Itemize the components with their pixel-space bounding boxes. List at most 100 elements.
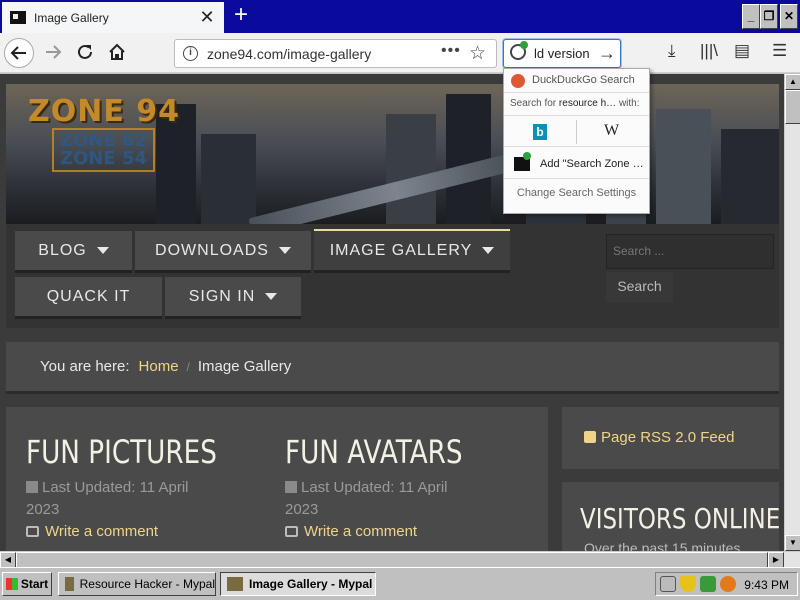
taskbar: Start Resource Hacker - Mypal Image Gall…	[0, 567, 800, 600]
menu-sign-in[interactable]: SIGN IN	[165, 277, 301, 319]
search-tray-icon[interactable]	[720, 576, 736, 592]
gallery-category: FUN AVATARS Last Updated: 11 April 2023 …	[285, 433, 502, 540]
forward-arrow-icon	[46, 45, 62, 59]
close-window-button[interactable]: ✕	[780, 4, 798, 29]
clock[interactable]: 9:43 PM	[744, 578, 789, 592]
tab-close-icon[interactable]: ✕	[198, 8, 216, 27]
rss-panel: Page RSS 2.0 Feed	[562, 407, 779, 469]
caret-down-icon	[482, 247, 495, 254]
browser-titlebar: Image Gallery ✕ + _ ❐ ✕	[0, 0, 800, 33]
write-comment-link[interactable]: Write a comment	[26, 523, 259, 540]
caret-down-icon	[265, 293, 278, 300]
mypal-icon	[227, 577, 243, 591]
horizontal-scroll-thumb[interactable]	[16, 552, 768, 568]
breadcrumb-home-link[interactable]: Home	[139, 358, 179, 375]
default-engine-label: DuckDuckGo Search	[532, 74, 635, 86]
gallery-content: FUN PICTURES Last Updated: 11 April 2023…	[6, 407, 548, 551]
page-actions-icon[interactable]: •••	[441, 42, 461, 60]
site-banner: ZONE 94 ZONE 62 ZONE 54	[6, 84, 779, 224]
page-viewport: ZONE 94 ZONE 62 ZONE 54 BLOG DOWNLOADS I…	[0, 74, 784, 551]
scroll-left-arrow-icon[interactable]: ◀	[0, 552, 16, 568]
breadcrumb-prefix: You are here:	[40, 358, 130, 375]
back-arrow-icon	[10, 46, 26, 60]
site-search-input[interactable]: Search ...	[606, 234, 774, 269]
change-search-settings-button[interactable]: Change Search Settings	[504, 187, 649, 199]
menu-downloads[interactable]: DOWNLOADS	[135, 231, 311, 273]
scroll-up-arrow-icon[interactable]: ▲	[785, 74, 800, 90]
add-engine-icon	[514, 152, 531, 171]
comment-icon	[26, 526, 39, 537]
add-search-engine-item[interactable]: Add "Search Zone …	[504, 149, 649, 179]
rss-icon	[584, 431, 596, 443]
search-input[interactable]: ld version	[534, 46, 590, 61]
wikipedia-icon[interactable]: W	[604, 122, 619, 140]
taskbar-item-image-gallery[interactable]: Image Gallery - Mypal	[220, 572, 376, 596]
reload-button[interactable]	[70, 38, 100, 68]
download-icon[interactable]: ⤓	[668, 41, 676, 61]
scroll-right-arrow-icon[interactable]: ▶	[768, 552, 784, 568]
taskbar-item-resource-hacker[interactable]: Resource Hacker - Mypal	[58, 572, 216, 596]
horizontal-scrollbar[interactable]: ◀ ▶	[0, 551, 800, 568]
system-tray: 9:43 PM	[655, 572, 798, 596]
site-logo-sub: ZONE 62 ZONE 54	[52, 128, 156, 172]
new-tab-button[interactable]: +	[230, 3, 252, 27]
site-logo[interactable]: ZONE 94	[28, 94, 180, 129]
library-icon[interactable]: |||\	[700, 41, 718, 61]
shield-icon[interactable]	[680, 576, 696, 592]
url-text[interactable]: zone94.com/image-gallery	[207, 46, 371, 62]
last-updated: Last Updated: 11 April 2023	[26, 479, 189, 518]
keyboard-icon[interactable]	[660, 576, 676, 592]
visitors-title: VISITORS ONLINE	[580, 502, 781, 535]
engine-divider	[576, 120, 577, 144]
network-icon[interactable]	[700, 576, 716, 592]
home-icon	[109, 43, 125, 60]
windows-logo-icon	[5, 578, 18, 590]
mypal-icon	[65, 577, 74, 591]
rss-feed-link[interactable]: Page RSS 2.0 Feed	[584, 429, 734, 446]
category-title-link[interactable]: FUN PICTURES	[26, 433, 217, 471]
sidebar-icon[interactable]: ▤	[734, 41, 750, 61]
visitors-subtitle: Over the past 15 minutes	[584, 540, 741, 551]
add-engine-label: Add "Search Zone …	[540, 158, 644, 170]
calendar-icon	[26, 481, 38, 493]
scroll-down-arrow-icon[interactable]: ▼	[785, 535, 800, 551]
search-go-icon[interactable]: →	[598, 43, 616, 64]
restore-button[interactable]: ❐	[760, 4, 778, 29]
search-suggestions-popup: DuckDuckGo Search Search for resource h……	[503, 68, 650, 214]
search-engine-icon[interactable]	[510, 41, 528, 60]
category-title-link[interactable]: FUN AVATARS	[285, 433, 463, 471]
tab-title: Image Gallery	[34, 10, 109, 25]
menu-quack-it[interactable]: QUACK IT	[15, 277, 162, 319]
caret-down-icon	[278, 247, 291, 254]
forward-button[interactable]	[38, 38, 68, 68]
visitors-online-panel: VISITORS ONLINE Over the past 15 minutes	[562, 482, 781, 551]
site-info-icon[interactable]: i	[183, 46, 198, 61]
calendar-icon	[285, 481, 297, 493]
breadcrumb-separator: /	[186, 359, 190, 374]
tab-image-gallery[interactable]: Image Gallery ✕	[2, 2, 224, 33]
breadcrumb-current: Image Gallery	[197, 358, 292, 375]
minimize-button[interactable]: _	[742, 4, 760, 29]
search-for-label: Search for resource h… with:	[510, 98, 640, 109]
menu-image-gallery[interactable]: IMAGE GALLERY	[314, 229, 510, 273]
url-bar[interactable]: i zone94.com/image-gallery ••• ☆	[174, 39, 497, 68]
write-comment-link[interactable]: Write a comment	[285, 523, 502, 540]
vertical-scroll-thumb[interactable]	[785, 90, 800, 124]
caret-down-icon	[96, 247, 109, 254]
last-updated: Last Updated: 11 April 2023	[285, 479, 448, 518]
default-engine-row[interactable]: DuckDuckGo Search	[504, 69, 649, 93]
bing-icon[interactable]: b	[533, 124, 547, 140]
comment-icon	[285, 526, 298, 537]
menu-blog[interactable]: BLOG	[15, 231, 132, 273]
one-off-engines: b W	[504, 115, 649, 147]
start-button[interactable]: Start	[2, 572, 52, 596]
home-button[interactable]	[102, 38, 132, 68]
search-bar[interactable]: ld version →	[503, 39, 621, 68]
vertical-scrollbar[interactable]: ▲ ▼	[784, 74, 800, 551]
site-favicon-icon	[10, 11, 26, 24]
bookmark-star-icon[interactable]: ☆	[469, 42, 486, 65]
back-button[interactable]	[4, 38, 34, 68]
site-search-button[interactable]: Search	[606, 272, 673, 302]
menu-hamburger-icon[interactable]: ☰	[772, 41, 787, 61]
breadcrumb: You are here: Home / Image Gallery	[6, 342, 779, 394]
